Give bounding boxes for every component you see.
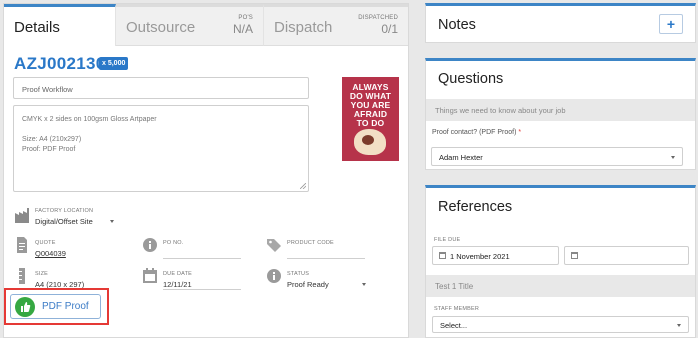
tab-dispatch[interactable]: Dispatch DISPATCHED 0/1 [264,4,408,46]
description-line: CMYK x 2 sides on 100gsm Gloss Artpaper [22,116,157,123]
factory-icon [15,208,29,223]
po-number-label: PO NO. [163,240,184,246]
file-due-label: FILE DUE [434,237,461,243]
reference-section-header: Test 1 Title [426,275,695,297]
pdf-proof-button[interactable]: PDF Proof [10,294,101,319]
outsource-po-count: PO'S N/A [233,15,253,36]
due-date-label: DUE DATE [163,271,193,277]
file-due-date-input[interactable]: 1 November 2021 [432,246,559,265]
references-title: References [438,199,513,215]
chevron-down-icon [110,220,114,223]
dispatched-label: DISPATCHED [358,15,398,21]
tab-details-label: Details [14,19,60,36]
questions-title: Questions [438,71,504,87]
due-date-field[interactable]: DUE DATE 12/11/21 [142,267,242,291]
due-date-value: 12/11/21 [163,280,192,289]
tab-dispatch-label: Dispatch [274,19,333,36]
file-due-date-value: 1 November 2021 [450,252,510,261]
po-value: N/A [232,22,253,36]
size-label: SIZE [35,271,49,277]
proof-contact-label-text: Proof contact? (PDF Proof) [432,129,517,136]
notes-title: Notes [438,17,476,33]
add-note-button[interactable]: + [659,14,683,34]
po-number-field[interactable]: PO NO. [142,236,242,262]
questions-banner-text: Things we need to know about your job [435,106,566,115]
status-label: STATUS [287,271,310,277]
calendar-icon [439,252,446,259]
due-date-underline [163,289,241,290]
po-number-underline [163,258,241,259]
description-line [22,125,157,135]
factory-location-value: Digital/Offset Site [35,217,93,226]
questions-panel: Questions Things we need to know about y… [425,58,696,170]
tab-details[interactable]: Details [4,4,116,46]
references-panel: References FILE DUE 1 November 2021 Test… [425,185,696,338]
job-number: AZJ002130 [14,54,106,73]
thumbnail-illustration-detail [362,135,374,145]
thumbnail-text: TO DO [356,118,385,128]
quote-label: QUOTE [35,240,56,246]
thumbs-up-icon [15,297,35,317]
artwork-thumbnail[interactable]: ALWAYS DO WHAT YOU ARE AFRAID TO DO [342,77,399,161]
factory-location-label: FACTORY LOCATION [35,208,94,214]
staff-member-select[interactable]: Select... [432,316,689,333]
info-icon [267,269,281,283]
notes-panel: Notes + [425,3,696,43]
staff-member-label: STAFF MEMBER [434,306,480,312]
ruler-icon [19,268,25,284]
proof-contact-label: Proof contact? (PDF Proof) * [432,129,521,136]
status-field[interactable]: STATUS Proof Ready [266,267,376,291]
quote-field: QUOTE Q004039 [14,236,124,262]
factory-location-field[interactable]: FACTORY LOCATION Digital/Offset Site [14,206,134,228]
pdf-proof-label: PDF Proof [42,301,89,312]
chevron-down-icon [677,324,681,327]
quantity-badge: x 5,000 [99,57,129,70]
description-text: CMYK x 2 sides on 100gsm Gloss Artpaper … [22,115,157,155]
product-code-label: PRODUCT CODE [287,240,334,246]
tab-outsource[interactable]: Outsource PO'S N/A [116,4,264,46]
description-line: Proof: PDF Proof [22,146,76,153]
proof-contact-select[interactable]: Adam Hexter [431,147,683,166]
workflow-input[interactable]: Proof Workflow [13,77,309,99]
calendar-icon [571,252,578,259]
status-value: Proof Ready [287,280,329,289]
tag-icon [267,239,281,252]
staff-member-value: Select... [440,321,468,330]
calendar-icon [143,268,157,283]
product-code-field[interactable]: PRODUCT CODE [266,236,376,262]
job-tabs: Details Outsource PO'S N/A Dispatch DISP… [4,4,408,46]
resize-handle-icon[interactable] [300,183,306,189]
chevron-down-icon [671,156,675,159]
job-description-textarea[interactable]: CMYK x 2 sides on 100gsm Gloss Artpaper … [13,105,309,192]
required-marker: * [518,129,522,136]
description-line: Size: A4 (210x297) [22,136,82,143]
document-icon [17,237,27,253]
file-due-time-input[interactable] [564,246,689,265]
quote-link[interactable]: Q004039 [35,249,66,258]
info-icon [143,238,157,252]
tab-outsource-label: Outsource [126,19,196,36]
proof-contact-value: Adam Hexter [439,153,483,162]
questions-banner: Things we need to know about your job [426,99,695,121]
chevron-down-icon [362,283,366,286]
product-code-underline [287,258,365,259]
reference-section-title: Test 1 Title [435,282,474,291]
dispatch-count: DISPATCHED 0/1 [358,15,398,36]
workflow-value: Proof Workflow [22,85,73,94]
po-label: PO'S [238,15,253,21]
dispatched-value: 0/1 [381,22,398,36]
